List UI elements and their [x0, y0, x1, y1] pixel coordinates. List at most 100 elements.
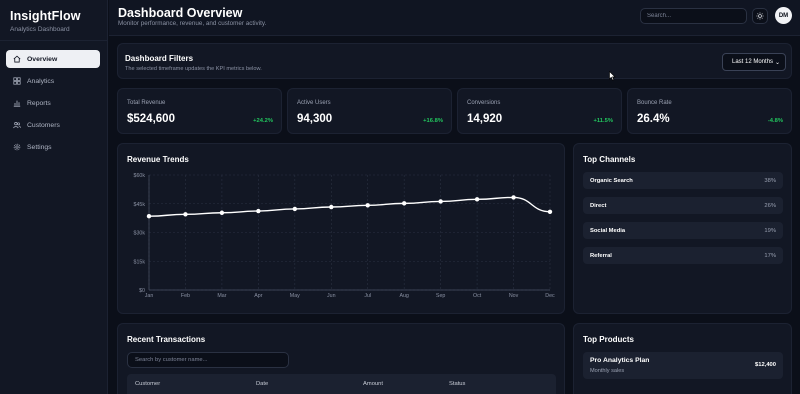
- chevron-down-icon: ⌄: [774, 60, 780, 66]
- y-tick-label: $30k: [134, 231, 146, 237]
- channel-percent: 17%: [764, 252, 776, 259]
- page-subtitle: Monitor performance, revenue, and custom…: [118, 20, 267, 27]
- x-tick-label: Jan: [145, 293, 154, 299]
- channel-row: Direct 26%: [583, 197, 783, 214]
- sidebar-item-overview[interactable]: Overview: [6, 50, 100, 68]
- grid-icon: [13, 77, 21, 85]
- column-header-status[interactable]: Status: [449, 381, 465, 387]
- channel-name: Organic Search: [590, 177, 633, 184]
- transactions-title: Recent Transactions: [127, 335, 206, 344]
- channel-percent: 19%: [764, 227, 776, 234]
- avatar[interactable]: DM: [775, 7, 792, 24]
- sidebar-item-label: Analytics: [27, 77, 55, 85]
- revenue-series-line: [148, 196, 551, 217]
- kpi-delta: +11.5%: [593, 118, 613, 124]
- revenue-line-chart: $0$15k$30k$45k$60kJan Feb Mar Apr May Jun Jul A…: [134, 173, 556, 299]
- column-header-date[interactable]: Date: [256, 381, 268, 387]
- column-header-amount[interactable]: Amount: [363, 381, 383, 387]
- theme-toggle-button[interactable]: [752, 8, 768, 24]
- channel-name: Referral: [590, 252, 612, 259]
- kpi-delta: +24.2%: [253, 118, 273, 124]
- y-tick-label: $60k: [134, 173, 146, 179]
- data-point: [329, 204, 334, 210]
- sun-icon: [756, 7, 764, 25]
- channel-row: Organic Search 38%: [583, 172, 783, 189]
- channel-percent: 38%: [764, 177, 776, 184]
- kpi-card-conversions: Conversions 14,920 +11.5%: [457, 88, 622, 134]
- kpi-value: $524,600: [127, 113, 175, 125]
- kpi-card-revenue: Total Revenue $524,600 +24.2%: [117, 88, 282, 134]
- data-point: [511, 195, 516, 200]
- brand: InsightFlow Analytics Dashboard: [10, 9, 81, 33]
- filters-subtitle: The selected timeframe updates the KPI m…: [125, 66, 262, 72]
- x-tick-label: May: [290, 293, 300, 299]
- x-tick-label: Feb: [181, 293, 190, 299]
- product-subtitle: Monthly sales: [590, 368, 625, 374]
- data-point: [474, 197, 480, 202]
- sidebar-item-label: Customers: [27, 121, 60, 129]
- divider: [0, 40, 108, 41]
- channel-row: Social Media 19%: [583, 222, 783, 239]
- x-tick-label: Dec: [545, 293, 555, 299]
- data-point: [365, 203, 370, 208]
- home-icon: [13, 55, 21, 63]
- kpi-value: 14,920: [467, 113, 503, 125]
- kpi-label: Active Users: [297, 100, 331, 106]
- product-name: Pro Analytics Plan: [590, 357, 650, 364]
- kpi-delta: +16.8%: [423, 118, 443, 124]
- channels-title: Top Channels: [583, 155, 636, 164]
- top-products-card: Top Products Pro Analytics Plan Monthly …: [573, 323, 792, 394]
- sidebar-item-reports[interactable]: Reports: [6, 94, 100, 112]
- y-tick-label: $45k: [134, 202, 146, 208]
- header: Dashboard Overview Monitor performance, …: [109, 0, 800, 36]
- sidebar-item-label: Overview: [27, 55, 58, 63]
- search-input[interactable]: [640, 8, 747, 24]
- x-tick-label: Sep: [436, 293, 445, 299]
- product-row: Pro Analytics Plan Monthly sales $12,400: [583, 352, 783, 379]
- x-tick-label: Mar: [217, 293, 226, 299]
- data-point: [183, 212, 188, 217]
- data-point: [146, 214, 152, 219]
- sidebar: InsightFlow Analytics Dashboard Overview…: [0, 0, 108, 394]
- x-tick-label: Aug: [399, 293, 408, 299]
- sidebar-item-label: Settings: [27, 143, 52, 151]
- sidebar-nav: Overview Analytics Reports Customers Set…: [6, 50, 100, 160]
- table-header: Customer Date Amount Status: [127, 374, 556, 394]
- data-point: [219, 210, 225, 215]
- app-title: InsightFlow: [10, 9, 81, 23]
- customer-search-input[interactable]: [127, 352, 289, 368]
- data-point: [547, 209, 553, 214]
- data-point: [292, 206, 298, 212]
- channel-name: Social Media: [590, 227, 626, 234]
- top-channels-card: Top Channels Organic Search 38% Direct 2…: [573, 143, 792, 314]
- x-tick-label: Nov: [509, 293, 519, 299]
- page-title: Dashboard Overview: [118, 6, 243, 20]
- recent-transactions-card: Recent Transactions Customer Date Amount…: [117, 323, 565, 394]
- channel-name: Direct: [590, 202, 607, 209]
- bar-chart-icon: [13, 99, 21, 107]
- gear-icon: [13, 143, 21, 151]
- sidebar-item-analytics[interactable]: Analytics: [6, 72, 100, 90]
- data-point: [401, 201, 407, 206]
- x-tick-label: Jul: [364, 293, 371, 299]
- sidebar-item-label: Reports: [27, 99, 51, 107]
- channel-row: Referral 17%: [583, 247, 783, 264]
- x-tick-label: Apr: [254, 293, 262, 299]
- x-tick-label: Jun: [327, 293, 336, 299]
- sidebar-item-settings[interactable]: Settings: [6, 138, 100, 156]
- kpi-label: Conversions: [467, 100, 501, 106]
- timeframe-value: Last 12 Months: [732, 59, 774, 65]
- sidebar-item-customers[interactable]: Customers: [6, 116, 100, 134]
- column-header-customer[interactable]: Customer: [135, 381, 160, 387]
- filters-title: Dashboard Filters: [125, 54, 194, 63]
- revenue-chart-card: Revenue Trends $0 $15k $30k $45k $60k Jan Feb M…: [117, 143, 565, 314]
- kpi-card-users: Active Users 94,300 +16.8%: [287, 88, 452, 134]
- filters-card: Dashboard Filters The selected timeframe…: [117, 43, 792, 79]
- data-point: [438, 199, 443, 204]
- products-title: Top Products: [583, 335, 634, 344]
- y-tick-label: $15k: [134, 259, 146, 265]
- timeframe-select[interactable]: Last 12 Months ⌄: [722, 53, 786, 71]
- product-price: $12,400: [755, 362, 776, 368]
- mouse-cursor-icon: [609, 68, 616, 86]
- app-subtitle: Analytics Dashboard: [10, 26, 70, 33]
